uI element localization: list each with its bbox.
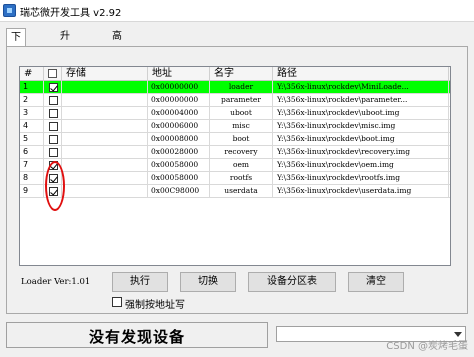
row-path[interactable]: Y:\356x-linux\rockdev\boot.img xyxy=(273,133,449,146)
row-checkbox[interactable] xyxy=(49,148,58,157)
table-row[interactable]: 6 0x00028000 recovery Y:\356x-linux\rockdev… xyxy=(20,146,450,159)
row-store xyxy=(62,94,148,107)
row-number: 1 xyxy=(20,81,44,94)
header-more[interactable]: ... xyxy=(449,67,450,81)
row-name[interactable]: rootfs xyxy=(210,172,273,185)
row-name[interactable]: loader xyxy=(210,81,273,94)
row-address[interactable]: 0x00006000 xyxy=(148,120,210,133)
table-row[interactable]: 8 0x00058000 rootfs Y:\356x-linux\rockdev\r… xyxy=(20,172,450,185)
row-address[interactable]: 0x00028000 xyxy=(148,146,210,159)
row-path[interactable]: Y:\356x-linux\rockdev\rootfs.img xyxy=(273,172,449,185)
row-store xyxy=(62,107,148,120)
switch-button[interactable]: 切换 xyxy=(180,272,236,292)
table-row[interactable]: 9 0x00C98000 userdata Y:\356x-linux\rockdev… xyxy=(20,185,450,198)
status-box: 没有发现设备 xyxy=(6,322,268,348)
row-name[interactable]: oem xyxy=(210,159,273,172)
header-path[interactable]: 路径 xyxy=(273,67,449,81)
row-path[interactable]: Y:\356x-linux\rockdev\recovery.img xyxy=(273,146,449,159)
row-checkbox-cell[interactable] xyxy=(44,133,62,146)
row-store xyxy=(62,146,148,159)
device-status: 没有发现设备 xyxy=(88,328,185,346)
row-number: 4 xyxy=(20,120,44,133)
row-name[interactable]: boot xyxy=(210,133,273,146)
row-address[interactable]: 0x00004000 xyxy=(148,107,210,120)
row-store xyxy=(62,81,148,94)
row-store xyxy=(62,159,148,172)
row-store xyxy=(62,185,148,198)
row-address[interactable]: 0x00058000 xyxy=(148,172,210,185)
table-row[interactable]: 4 0x00006000 misc Y:\356x-linux\rockdev\mis… xyxy=(20,120,450,133)
header-address[interactable]: 地址 xyxy=(148,67,210,81)
header-select-all[interactable] xyxy=(44,67,62,81)
row-path[interactable]: Y:\356x-linux\rockdev\misc.img xyxy=(273,120,449,133)
row-path[interactable]: Y:\356x-linux\rockdev\uboot.img xyxy=(273,107,449,120)
row-address[interactable]: 0x00000000 xyxy=(148,81,210,94)
row-address[interactable]: 0x00008000 xyxy=(148,133,210,146)
watermark: CSDN @炭烤毛蛋 xyxy=(386,341,468,352)
row-address[interactable]: 0x00C98000 xyxy=(148,185,210,198)
table-row[interactable]: 5 0x00008000 boot Y:\356x-linux\rockdev\boo… xyxy=(20,133,450,146)
row-number: 6 xyxy=(20,146,44,159)
row-name[interactable]: uboot xyxy=(210,107,273,120)
row-path[interactable]: Y:\356x-linux\rockdev\oem.img xyxy=(273,159,449,172)
header-no[interactable]: # xyxy=(20,67,44,81)
table-row[interactable]: 7 0x00058000 oem Y:\356x-linux\rockdev\oem.… xyxy=(20,159,450,172)
loader-version: Loader Ver:1.01 xyxy=(21,277,91,287)
header-store[interactable]: 存储 xyxy=(62,67,148,81)
row-store xyxy=(62,120,148,133)
title-bar: 瑞芯微开发工具 v2.92 xyxy=(0,0,474,22)
clear-button[interactable]: 清空 xyxy=(348,272,404,292)
table-header: # 存储 地址 名字 路径 ... xyxy=(20,67,450,81)
row-checkbox[interactable] xyxy=(49,109,58,118)
row-name[interactable]: misc xyxy=(210,120,273,133)
select-all-checkbox[interactable] xyxy=(48,69,57,78)
row-number: 8 xyxy=(20,172,44,185)
row-checkbox-cell[interactable] xyxy=(44,120,62,133)
row-name[interactable]: recovery xyxy=(210,146,273,159)
tab-advanced[interactable]: 高级功能 xyxy=(108,28,126,93)
partition-table-button[interactable]: 设备分区表 xyxy=(248,272,336,292)
row-checkbox[interactable] xyxy=(49,122,58,131)
row-number: 9 xyxy=(20,185,44,198)
row-name[interactable]: parameter xyxy=(210,94,273,107)
row-number: 2 xyxy=(20,94,44,107)
force-address-label: 强制按地址写 xyxy=(125,300,185,311)
header-name[interactable]: 名字 xyxy=(210,67,273,81)
tab-download-image[interactable]: 下载镜像 xyxy=(6,28,26,94)
row-path[interactable]: Y:\356x-linux\rockdev\userdata.img xyxy=(273,185,449,198)
row-number: 7 xyxy=(20,159,44,172)
image-table: # 存储 地址 名字 路径 ... 10x00000000loaderY:\35… xyxy=(19,66,451,266)
row-number: 3 xyxy=(20,107,44,120)
row-name[interactable]: userdata xyxy=(210,185,273,198)
app-icon xyxy=(3,4,16,17)
row-store xyxy=(62,172,148,185)
row-checkbox-cell[interactable] xyxy=(44,146,62,159)
row-path[interactable]: Y:\356x-linux\rockdev\parameter... xyxy=(273,94,449,107)
table-row[interactable]: 3 0x00004000 uboot Y:\356x-linux\rockdev\ub… xyxy=(20,107,450,120)
row-path[interactable]: Y:\356x-linux\rockdev\MiniLoade... xyxy=(273,81,449,94)
row-checkbox-cell[interactable] xyxy=(44,107,62,120)
row-checkbox[interactable] xyxy=(49,83,58,92)
row-checkbox[interactable] xyxy=(49,135,58,144)
row-store xyxy=(62,133,148,146)
row-address[interactable]: 0x00058000 xyxy=(148,159,210,172)
row-number: 5 xyxy=(20,133,44,146)
tab-upgrade-firmware[interactable]: 升级固件 xyxy=(56,28,74,93)
annotation-circle xyxy=(45,161,65,211)
window-title: 瑞芯微开发工具 v2.92 xyxy=(20,8,122,19)
force-address-checkbox[interactable] xyxy=(112,297,122,307)
table-row[interactable]: 2 0x00000000 parameter Y:\356x-linux\rockde… xyxy=(20,94,450,107)
row-address[interactable]: 0x00000000 xyxy=(148,94,210,107)
table-row[interactable]: 1 0x00000000 loader Y:\356x-linux\rockdev\M… xyxy=(20,81,450,94)
run-button[interactable]: 执行 xyxy=(112,272,168,292)
row-checkbox[interactable] xyxy=(49,96,58,105)
row-checkbox-cell[interactable] xyxy=(44,81,62,94)
row-checkbox-cell[interactable] xyxy=(44,94,62,107)
